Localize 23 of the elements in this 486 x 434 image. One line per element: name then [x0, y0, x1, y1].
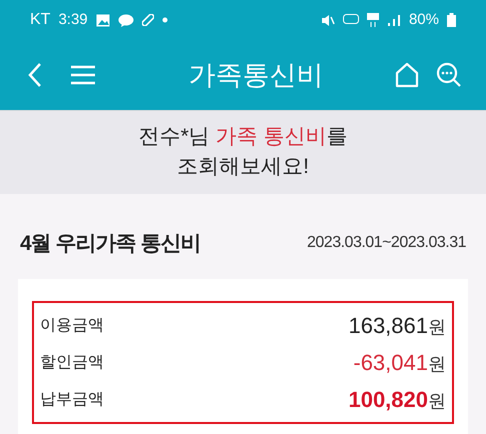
- dot-icon: [162, 17, 168, 23]
- period-text: 2023.03.01~2023.03.31: [307, 233, 466, 254]
- signal-icon: [386, 14, 401, 26]
- chat-bubble-icon: [118, 14, 134, 26]
- back-button[interactable]: [28, 62, 42, 88]
- hd-icon: [342, 14, 359, 26]
- section-title: 4월 우리가족 통신비: [20, 230, 200, 256]
- battery-icon: [447, 13, 456, 27]
- amount-label: 납부금액: [40, 390, 104, 410]
- carrier-text: KT: [30, 10, 50, 30]
- amount-value: 100,820원: [348, 386, 446, 414]
- page-title: 가족통신비: [188, 58, 324, 92]
- amount-label: 할인금액: [40, 352, 104, 372]
- image-icon: [96, 14, 110, 26]
- mute-icon: [320, 14, 335, 26]
- battery-text: 80%: [408, 10, 439, 30]
- amount-value: -63,041원: [353, 349, 446, 377]
- amount-label: 이용금액: [40, 316, 104, 336]
- time-text: 3:39: [58, 10, 88, 30]
- amount-value: 163,861원: [348, 312, 446, 340]
- greeting-text: 전수*님 가족 통신비 를: [138, 124, 348, 150]
- greeting-subtext: 조회해보세요!: [177, 154, 309, 180]
- pill-icon: [142, 14, 154, 26]
